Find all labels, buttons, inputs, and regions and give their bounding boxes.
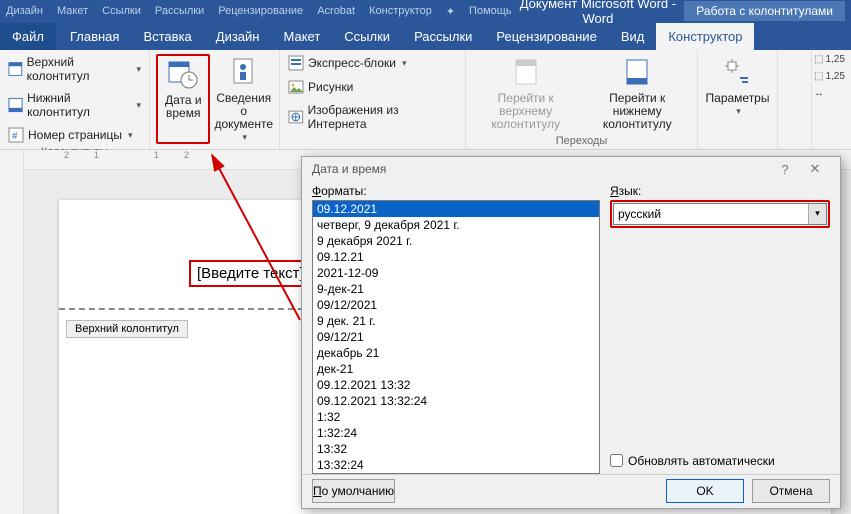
ribbon-tabs: Файл Главная Вставка Дизайн Макет Ссылки… (0, 22, 851, 50)
auto-update-label: Обновлять автоматически (628, 454, 775, 468)
language-label: Язык: (610, 184, 830, 198)
position-group-truncated: ⬚1,25 ⬚1,25 ↔ (811, 50, 851, 149)
formats-listbox[interactable]: 09.12.2021четверг, 9 декабря 2021 г.9 де… (312, 200, 600, 474)
pictures-button[interactable]: Рисунки (286, 78, 459, 96)
online-images-button[interactable]: Изображения из Интернета (286, 102, 459, 132)
tab-layout[interactable]: Макет (271, 23, 332, 50)
parameters-button[interactable]: Параметры (704, 54, 771, 133)
format-option[interactable]: 9-дек-21 (313, 281, 599, 297)
tab-constructor[interactable]: Конструктор (656, 23, 754, 50)
go-to-header-button: Перейти к верхнему колонтитулу (472, 54, 580, 133)
header-placeholder[interactable]: [Введите текст] (189, 260, 312, 287)
tab-design[interactable]: Дизайн (204, 23, 272, 50)
vertical-ruler (0, 150, 24, 514)
date-time-button[interactable]: Дата и время (156, 54, 210, 144)
footer-icon (8, 97, 23, 113)
auto-update-checkbox[interactable] (610, 454, 623, 467)
group-label-navigation: Переходы (472, 133, 691, 149)
tab-review[interactable]: Рецензирование (484, 23, 608, 50)
ok-button[interactable]: OK (666, 479, 744, 503)
document-info-icon (228, 56, 260, 88)
cancel-button[interactable]: Отмена (752, 479, 830, 503)
format-option[interactable]: 09.12.2021 13:32:24 (313, 393, 599, 409)
go-footer-icon (621, 56, 653, 88)
svg-text:#: # (12, 131, 18, 142)
tab-view[interactable]: Вид (609, 23, 657, 50)
tab-home[interactable]: Главная (58, 23, 131, 50)
format-option[interactable]: 1:32:24 (313, 425, 599, 441)
formats-label: Форматы: (312, 184, 600, 198)
contextual-tab-label: Работа с колонтитулами (684, 1, 845, 21)
format-option[interactable]: 9 дек. 21 г. (313, 313, 599, 329)
picture-icon (288, 79, 304, 95)
ribbon: Верхний колонтитул Нижний колонтитул # Н… (0, 50, 851, 150)
page-number-button[interactable]: # Номер страницы (6, 126, 143, 144)
format-option[interactable]: 09/12/2021 (313, 297, 599, 313)
doc-info-button[interactable]: Сведения о документе (214, 54, 273, 144)
tab-file[interactable]: Файл (0, 23, 56, 50)
dialog-help-button[interactable]: ? (770, 162, 800, 177)
language-combo[interactable]: русский ▾ (613, 203, 827, 225)
footer-button[interactable]: Нижний колонтитул (6, 90, 143, 120)
format-option[interactable]: 1:32 (313, 409, 599, 425)
globe-image-icon (288, 109, 304, 125)
dialog-title: Дата и время (312, 162, 770, 176)
format-option[interactable]: 09.12.21 (313, 249, 599, 265)
format-option[interactable]: декабрь 21 (313, 345, 599, 361)
quick-parts-button[interactable]: Экспресс-блоки (286, 54, 459, 72)
calendar-clock-icon (167, 58, 199, 90)
header-button[interactable]: Верхний колонтитул (6, 54, 143, 84)
format-option[interactable]: 2021-12-09 (313, 265, 599, 281)
format-option[interactable]: 9 декабря 2021 г. (313, 233, 599, 249)
format-option[interactable]: 13:32 (313, 441, 599, 457)
go-header-icon (510, 56, 542, 88)
format-option[interactable]: 09.12.2021 13:32 (313, 377, 599, 393)
chevron-down-icon[interactable]: ▾ (808, 204, 826, 224)
format-option[interactable]: 13:32:24 (313, 457, 599, 473)
header-icon (8, 61, 23, 77)
format-option[interactable]: четверг, 9 декабря 2021 г. (313, 217, 599, 233)
title-bar: Дизайн Макет Ссылки Рассылки Рецензирова… (0, 0, 851, 22)
hash-icon: # (8, 127, 24, 143)
blocks-icon (288, 55, 304, 71)
tab-mailings[interactable]: Рассылки (402, 23, 484, 50)
format-option[interactable]: 09.12.2021 (313, 201, 599, 217)
go-to-footer-button[interactable]: Перейти к нижнему колонтитулу (584, 54, 692, 133)
header-area-label: Верхний колонтитул (66, 320, 188, 338)
options-icon (722, 56, 754, 88)
legacy-menus: Дизайн Макет Ссылки Рассылки Рецензирова… (6, 5, 512, 18)
date-time-dialog: Дата и время ? ✕ Форматы: 09.12.2021четв… (301, 156, 841, 509)
tab-insert[interactable]: Вставка (131, 23, 203, 50)
tab-references[interactable]: Ссылки (332, 23, 402, 50)
dialog-close-button[interactable]: ✕ (800, 161, 830, 177)
format-option[interactable]: дек-21 (313, 361, 599, 377)
format-option[interactable]: 09/12/21 (313, 329, 599, 345)
default-button[interactable]: По умолчанию (312, 479, 395, 503)
